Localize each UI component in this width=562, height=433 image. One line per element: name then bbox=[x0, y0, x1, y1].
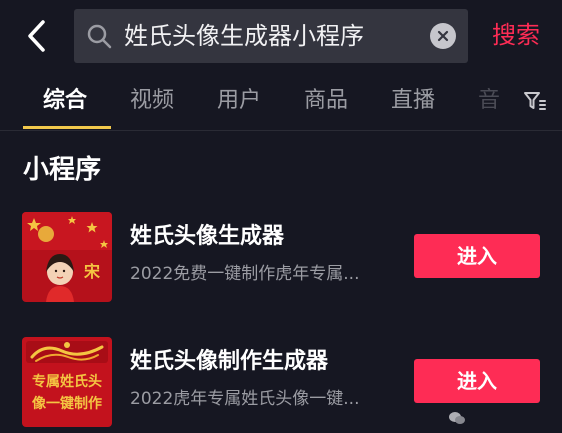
tab-music[interactable]: 音 bbox=[478, 86, 500, 116]
thumbnail-promo-text: 专属姓氏头像一键制作 bbox=[32, 374, 102, 412]
filter-icon bbox=[524, 92, 546, 110]
mini-program-result[interactable]: 宋 姓氏头像生成器 2022免费一键制作虎年专属... 进入 bbox=[0, 212, 562, 308]
active-tab-indicator bbox=[23, 126, 111, 129]
back-button[interactable] bbox=[18, 14, 54, 58]
tab-products[interactable]: 商品 bbox=[304, 86, 348, 116]
tab-comprehensive[interactable]: 综合 bbox=[43, 86, 87, 116]
search-icon bbox=[87, 24, 112, 49]
tab-videos[interactable]: 视频 bbox=[130, 86, 174, 116]
close-icon bbox=[437, 30, 449, 42]
mini-program-thumbnail: 专属姓氏头像一键制作 bbox=[22, 337, 112, 427]
search-query-text: 姓氏头像生成器小程序 bbox=[124, 22, 364, 50]
search-button[interactable]: 搜索 bbox=[492, 18, 540, 52]
wechat-logo-icon bbox=[449, 411, 465, 424]
result-description: 2022免费一键制作虎年专属... bbox=[130, 264, 360, 284]
result-title: 姓氏头像生成器 bbox=[130, 224, 285, 249]
tab-users[interactable]: 用户 bbox=[217, 86, 261, 116]
mini-program-thumbnail: 宋 bbox=[22, 212, 112, 302]
filter-button[interactable] bbox=[520, 87, 550, 115]
section-title-mini-programs: 小程序 bbox=[23, 155, 102, 185]
enter-button[interactable]: 进入 bbox=[414, 359, 540, 403]
mini-program-result[interactable]: 专属姓氏头像一键制作 姓氏头像制作生成器 2022虎年专属姓氏头像一键... 进… bbox=[0, 337, 562, 433]
result-description: 2022虎年专属姓氏头像一键... bbox=[130, 389, 360, 409]
tab-live[interactable]: 直播 bbox=[391, 86, 435, 116]
enter-button[interactable]: 进入 bbox=[414, 234, 540, 278]
watermark bbox=[448, 408, 466, 427]
chevron-left-icon bbox=[28, 20, 45, 52]
result-tabs: 综合 视频 用户 商品 直播 音 bbox=[0, 72, 562, 131]
top-bar: 姓氏头像生成器小程序 搜索 bbox=[0, 0, 562, 72]
search-input[interactable]: 姓氏头像生成器小程序 bbox=[74, 9, 468, 63]
thumbnail-surname-text: 宋 bbox=[84, 262, 101, 281]
result-title: 姓氏头像制作生成器 bbox=[130, 349, 329, 374]
clear-search-button[interactable] bbox=[430, 23, 456, 49]
